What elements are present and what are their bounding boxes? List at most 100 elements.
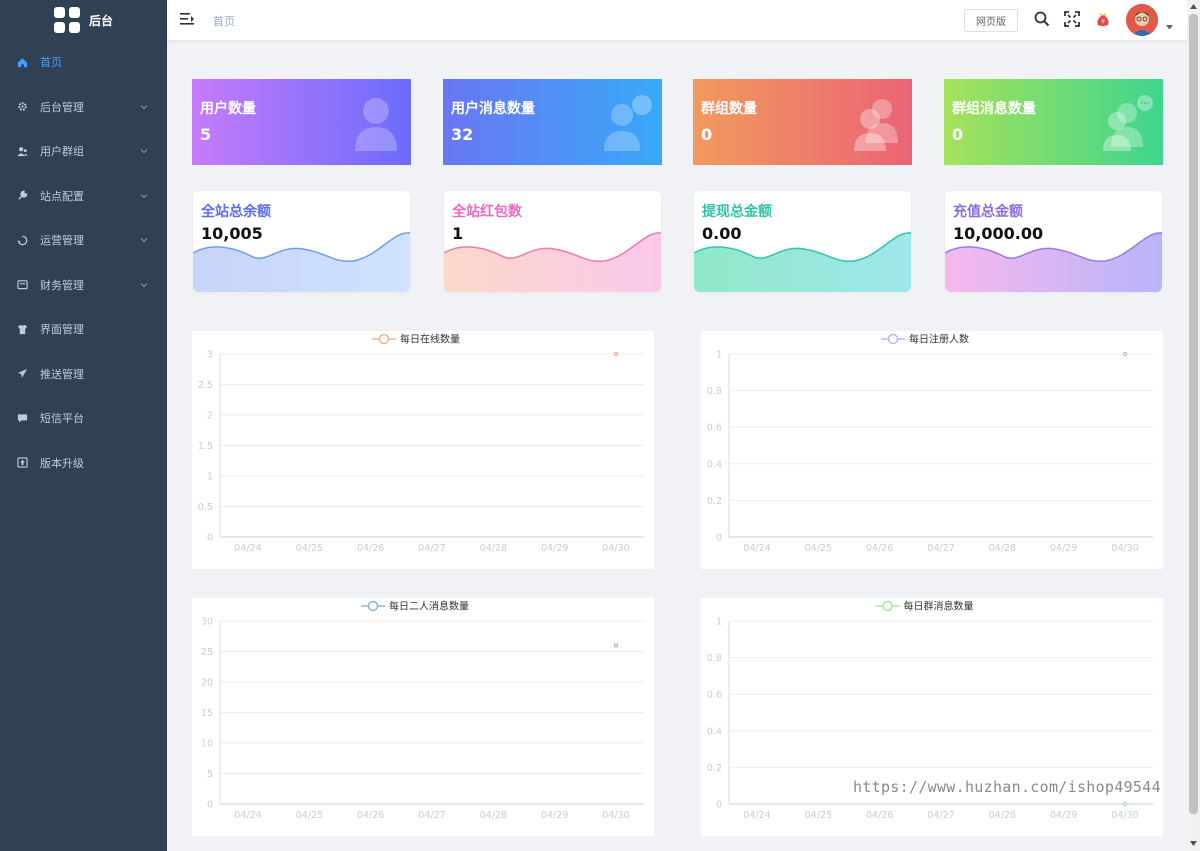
x-tick-label: 04/28 [480,543,507,554]
stat-value: 0 [952,125,964,144]
y-tick-label: 20 [201,678,213,689]
money-bag-icon[interactable]: ¥ [1095,11,1111,27]
sidebar-item-2[interactable]: 用户群组 [0,129,167,174]
sidebar-item-label: 短信平台 [40,412,84,426]
y-tick-label: 0.8 [707,386,722,397]
sidebar-item-label: 财务管理 [40,278,84,292]
x-tick-label: 04/26 [357,543,384,554]
scroll-thumb[interactable] [1189,14,1198,814]
y-tick-label: 2.5 [198,380,213,391]
user-avatar[interactable] [1126,4,1158,36]
user-message-icon [604,95,652,151]
sidebar-item-7[interactable]: 推送管理 [0,352,167,397]
x-tick-label: 04/25 [296,543,323,554]
chart-panel[interactable]: 每日注册人数 0 0.2 0.4 0.6 0.8 1 04/24 04/25 04/26 04/27… [701,331,1163,569]
top-header: 首页 网页版 ¥ [167,0,1187,40]
stat-card[interactable]: 群组数量 0 [693,79,912,165]
balance-card[interactable]: 全站总余额 10,005 [193,191,410,292]
breadcrumb[interactable]: 首页 [213,13,235,29]
stat-label: 用户数量 [200,101,256,117]
y-tick-label: 1.5 [198,441,213,452]
avatar-face-icon [1126,4,1158,36]
sidebar-item-1[interactable]: 后台管理 [0,85,167,130]
x-tick-label: 04/24 [743,543,770,554]
sidebar-item-6[interactable]: 界面管理 [0,307,167,352]
logo[interactable]: 后台 [0,0,167,40]
sidebar-item-8[interactable]: 短信平台 [0,396,167,441]
y-tick-label: 30 [201,617,213,628]
sidebar-item-label: 用户群组 [40,145,84,159]
stat-value: 32 [451,125,474,144]
x-tick-label: 04/28 [989,543,1016,554]
logo-text: 后台 [89,13,114,28]
chart-panel[interactable]: 每日在线数量 0 0.5 1 1.5 2 2.5 3 04/24 04/25 04/26 04/27 0… [192,331,654,569]
data-point [1122,801,1128,807]
legend-label: 每日群消息数量 [904,600,974,613]
chart-panel[interactable]: 每日二人消息数量 0 5 10 15 20 25 30 04/24 04/25 04/26 04/27… [192,598,654,836]
balance-card[interactable]: 充值总金额 10,000.00 [945,191,1162,292]
x-tick-label: 04/26 [866,810,893,821]
scroll-up-arrow-icon[interactable] [1190,4,1197,9]
x-tick-label: 04/28 [480,810,507,821]
hamburger-icon[interactable] [180,13,194,25]
x-tick-label: 04/25 [805,543,832,554]
balance-card[interactable]: 提现总金额 0.00 [694,191,911,292]
search-icon[interactable] [1034,11,1050,27]
y-tick-label: 1 [207,472,213,483]
stat-card[interactable]: 用户数量 5 [192,79,411,165]
x-tick-label: 04/28 [989,810,1016,821]
watermark-text: https://www.huzhan.com/ishop49544 [853,778,1161,796]
legend-label: 每日在线数量 [400,333,460,346]
x-tick-label: 04/26 [866,543,893,554]
caret-down-icon[interactable] [1166,25,1173,30]
data-point [613,351,619,357]
sidebar-menu: 首页后台管理用户群组站点配置运营管理财务管理界面管理 推送管理短信平台版本升级 [0,40,167,485]
x-tick-label: 04/26 [357,810,384,821]
sidebar-item-4[interactable]: 运营管理 [0,218,167,263]
stat-card[interactable]: 群组消息数量 0 [944,79,1163,165]
line-chart: 每日注册人数 0 0.2 0.4 0.6 0.8 1 04/24 04/25 04/26 04/27… [707,333,1153,554]
svg-text:¥: ¥ [1101,19,1105,26]
x-tick-label: 04/24 [234,810,261,821]
page-scrollbar[interactable] [1187,0,1200,851]
balance-label: 充值总金额 [953,204,1023,220]
chart-panel[interactable]: 每日群消息数量 0 0.2 0.4 0.6 0.8 1 04/24 04/25 04/26 04/2… [701,598,1163,836]
legend-label: 每日二人消息数量 [389,600,469,613]
users-icon [16,145,28,157]
x-tick-label: 04/30 [1111,810,1138,821]
chart-legend: 每日二人消息数量 [361,600,469,613]
group-message-icon [1103,95,1153,151]
chevron-down-icon [139,280,149,290]
line-chart: 每日二人消息数量 0 5 10 15 20 25 30 04/24 04/25 04/26 04/27… [201,600,644,821]
sidebar-item-label: 版本升级 [40,456,84,470]
sidebar-item-0[interactable]: 首页 [0,40,167,85]
balance-label: 提现总金额 [702,204,772,220]
upgrade-icon [16,457,28,469]
legend-marker [378,333,390,345]
group-icon [854,99,898,151]
balance-card[interactable]: 全站红包数 1 [444,191,661,292]
y-tick-label: 0.6 [707,423,722,434]
balance-value: 10,005 [201,224,263,243]
scroll-down-arrow-icon[interactable] [1190,841,1197,846]
chevron-down-icon [139,235,149,245]
fullscreen-icon[interactable] [1064,11,1080,27]
sidebar-item-3[interactable]: 站点配置 [0,174,167,219]
user-icon [355,98,397,151]
balance-label: 全站红包数 [452,204,522,220]
sidebar-item-9[interactable]: 版本升级 [0,441,167,486]
sidebar-item-label: 首页 [40,56,62,70]
sidebar-item-label: 站点配置 [40,189,84,203]
stat-value: 5 [200,125,212,144]
x-tick-label: 04/30 [602,543,629,554]
wallet-icon [16,279,28,291]
stat-card[interactable]: 用户消息数量 32 [443,79,662,165]
x-tick-label: 04/24 [234,543,261,554]
data-point [613,643,619,648]
sidebar: 后台 首页后台管理用户群组站点配置运营管理财务管理界面管理 推送管理短信平台版本升… [0,0,167,851]
web-version-button[interactable]: 网页版 [964,9,1018,32]
stat-label: 用户消息数量 [451,101,535,117]
y-tick-label: 0.4 [707,726,722,737]
balance-label: 全站总余额 [201,204,271,220]
sidebar-item-5[interactable]: 财务管理 [0,263,167,308]
